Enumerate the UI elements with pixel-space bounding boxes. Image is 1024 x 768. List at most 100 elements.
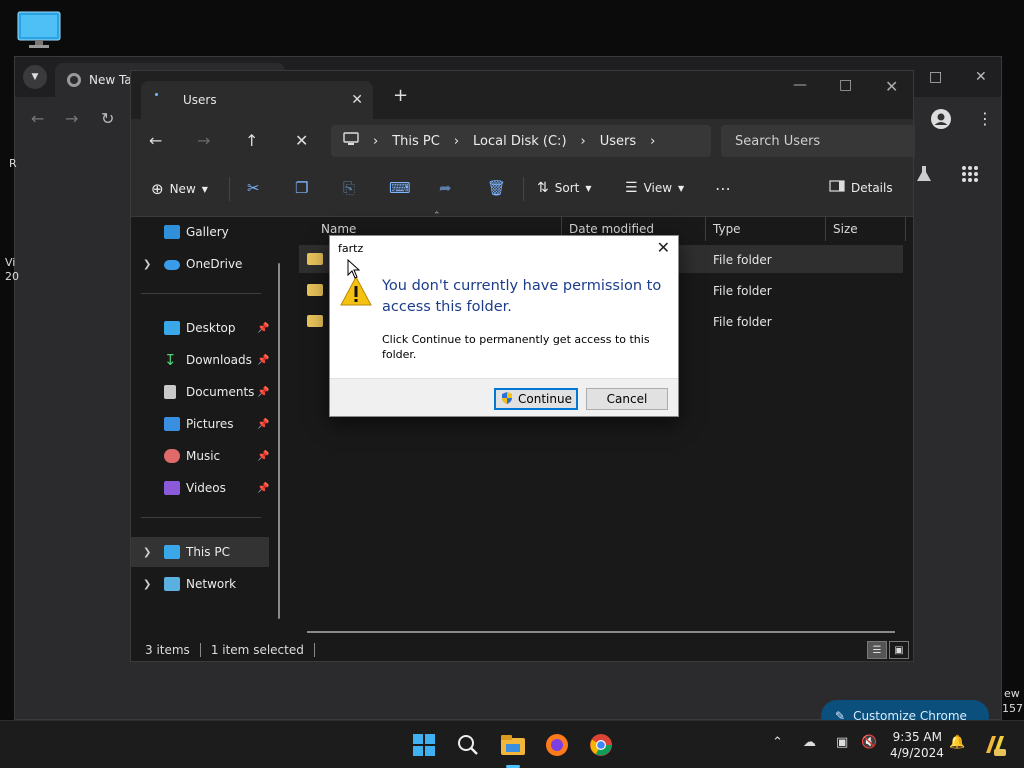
column-header-type[interactable]: Type <box>713 217 741 241</box>
copy-icon[interactable]: ❐ <box>295 179 308 197</box>
back-arrow-icon[interactable]: ← <box>149 131 162 150</box>
chevron-down-icon: ▼ <box>31 72 39 82</box>
profile-avatar-icon[interactable] <box>931 109 951 133</box>
status-divider <box>313 643 315 657</box>
nav-item-label: Desktop <box>186 321 236 335</box>
breadcrumb-users[interactable]: Users <box>600 134 636 149</box>
notification-bell-icon[interactable]: 🔔 <box>949 735 965 750</box>
nav-item-network[interactable]: ❯ Network <box>131 569 269 599</box>
paste-clipboard-icon[interactable]: ⎘ <box>343 179 355 197</box>
chevron-right-icon[interactable]: ❯ <box>143 547 151 558</box>
pictures-icon <box>164 417 180 431</box>
column-header-size[interactable]: Size <box>833 217 858 241</box>
forward-arrow-icon[interactable]: → <box>65 109 78 128</box>
kebab-menu-icon[interactable]: ⋮ <box>977 109 993 128</box>
this-pc-desktop-icon[interactable] <box>17 11 61 49</box>
windows-start-icon[interactable] <box>410 731 438 759</box>
uac-shield-icon <box>500 391 514 408</box>
details-view-icon[interactable]: ☰ <box>867 641 887 659</box>
nav-item-pictures[interactable]: Pictures 📌 <box>131 409 269 439</box>
show-hidden-icons-chevron-icon[interactable]: ⌃ <box>772 735 783 750</box>
forward-arrow-icon[interactable]: → <box>197 131 210 150</box>
row-type: File folder <box>713 284 772 298</box>
labs-flask-icon[interactable] <box>915 165 933 187</box>
breadcrumb[interactable]: › This PC › Local Disk (C:) › Users › <box>331 125 711 157</box>
chevron-right-icon[interactable]: › <box>650 134 655 149</box>
view-button[interactable]: ☰ View ▼ <box>625 180 684 196</box>
onedrive-tray-icon[interactable]: ☁ <box>803 735 816 750</box>
chevron-right-icon[interactable]: ❯ <box>143 259 151 270</box>
nav-item-gallery[interactable]: Gallery <box>131 217 269 247</box>
nav-item-desktop[interactable]: Desktop 📌 <box>131 313 269 343</box>
network-tray-icon[interactable]: ▣ <box>836 735 848 750</box>
search-icon[interactable] <box>454 731 482 759</box>
nav-item-label: Gallery <box>186 225 229 239</box>
horizontal-scrollbar[interactable] <box>307 631 895 633</box>
breadcrumb-local-disk[interactable]: Local Disk (C:) <box>473 134 566 149</box>
continue-button[interactable]: Continue <box>494 388 578 410</box>
nav-item-music[interactable]: Music 📌 <box>131 441 269 471</box>
nav-item-this-pc[interactable]: ❯ This PC <box>131 537 269 567</box>
stop-loading-x-icon[interactable]: ✕ <box>295 131 308 150</box>
copilot-preview-icon[interactable] <box>980 731 1008 759</box>
up-arrow-icon[interactable]: ↑ <box>245 131 258 150</box>
back-arrow-icon[interactable]: ← <box>31 109 44 128</box>
cut-scissors-icon[interactable]: ✂ <box>247 179 260 197</box>
nav-pane-scrollbar[interactable] <box>278 263 280 619</box>
nav-item-label: Music <box>186 449 221 463</box>
details-pane-button[interactable]: Details <box>829 180 893 195</box>
details-pane-icon <box>829 180 845 195</box>
share-icon[interactable]: ➦ <box>439 179 452 197</box>
clock-date: 4/9/2024 <box>890 746 944 760</box>
view-lines-icon: ☰ <box>625 180 638 196</box>
navigation-pane: Gallery ❯ OneDrive Desktop 📌 ↧ Downloads… <box>131 217 289 623</box>
chevron-down-icon: ▼ <box>678 183 685 193</box>
nav-item-downloads[interactable]: ↧ Downloads 📌 <box>131 345 269 375</box>
reload-icon[interactable]: ↻ <box>101 109 114 128</box>
permission-dialog: fartz ✕ You don't currently have permiss… <box>329 235 679 417</box>
more-options-icon[interactable]: ⋯ <box>715 179 731 198</box>
close-icon[interactable]: ✕ <box>885 77 898 96</box>
minimize-icon[interactable]: — <box>793 77 807 93</box>
chevron-right-icon: › <box>373 133 379 149</box>
close-icon[interactable]: ✕ <box>351 92 363 108</box>
large-icons-view-icon[interactable]: ▣ <box>889 641 909 659</box>
nav-item-onedrive[interactable]: ❯ OneDrive <box>131 249 269 279</box>
cancel-button[interactable]: Cancel <box>586 388 668 410</box>
firefox-icon[interactable] <box>543 731 571 759</box>
toolbar-divider <box>523 177 524 201</box>
sort-ascending-caret-icon: ⌃ <box>433 211 441 221</box>
chevron-right-icon[interactable]: ❯ <box>143 579 151 590</box>
nav-item-videos[interactable]: Videos 📌 <box>131 473 269 503</box>
pin-icon: 📌 <box>257 482 270 494</box>
desktop-icon <box>164 321 180 335</box>
status-bar: 3 items 1 item selected ☰ ▣ <box>131 639 913 661</box>
apps-grid-icon[interactable] <box>961 165 979 188</box>
chrome-taskbar-icon[interactable] <box>587 731 615 759</box>
close-icon[interactable]: ✕ <box>975 69 987 85</box>
search-input[interactable]: Search Users <box>721 125 915 157</box>
maximize-icon[interactable]: □ <box>839 77 852 93</box>
new-tab-plus-icon[interactable]: + <box>393 85 408 106</box>
new-button[interactable]: ⊕ New ▼ <box>151 180 208 198</box>
chrome-partial-text: Vi <box>5 256 16 269</box>
dialog-title: fartz <box>338 242 364 255</box>
delete-trash-icon[interactable]: 🗑 <box>487 179 506 197</box>
chrome-tab-search-button[interactable]: ▼ <box>23 65 47 89</box>
restore-icon[interactable]: □ <box>929 69 942 85</box>
volume-muted-icon[interactable]: 🔇 <box>861 735 877 750</box>
explorer-tab-users[interactable]: Users ✕ <box>141 81 373 119</box>
chevron-right-icon: › <box>453 133 460 149</box>
column-header-label: Date modified <box>569 222 655 236</box>
nav-item-documents[interactable]: Documents 📌 <box>131 377 269 407</box>
sort-button[interactable]: ⇅ Sort ▼ <box>537 180 592 196</box>
file-explorer-taskbar-icon[interactable] <box>499 731 527 759</box>
taskbar-clock[interactable]: 9:35 AM 4/9/2024 <box>890 729 944 761</box>
close-icon[interactable]: ✕ <box>657 238 670 257</box>
nav-item-label: Documents <box>186 385 255 399</box>
chrome-partial-text: ew <box>1004 687 1020 700</box>
music-note-icon <box>164 449 180 463</box>
breadcrumb-this-pc[interactable]: This PC <box>392 134 440 149</box>
rename-icon[interactable]: ⌨ <box>389 179 411 197</box>
item-count: 3 items <box>145 643 190 657</box>
